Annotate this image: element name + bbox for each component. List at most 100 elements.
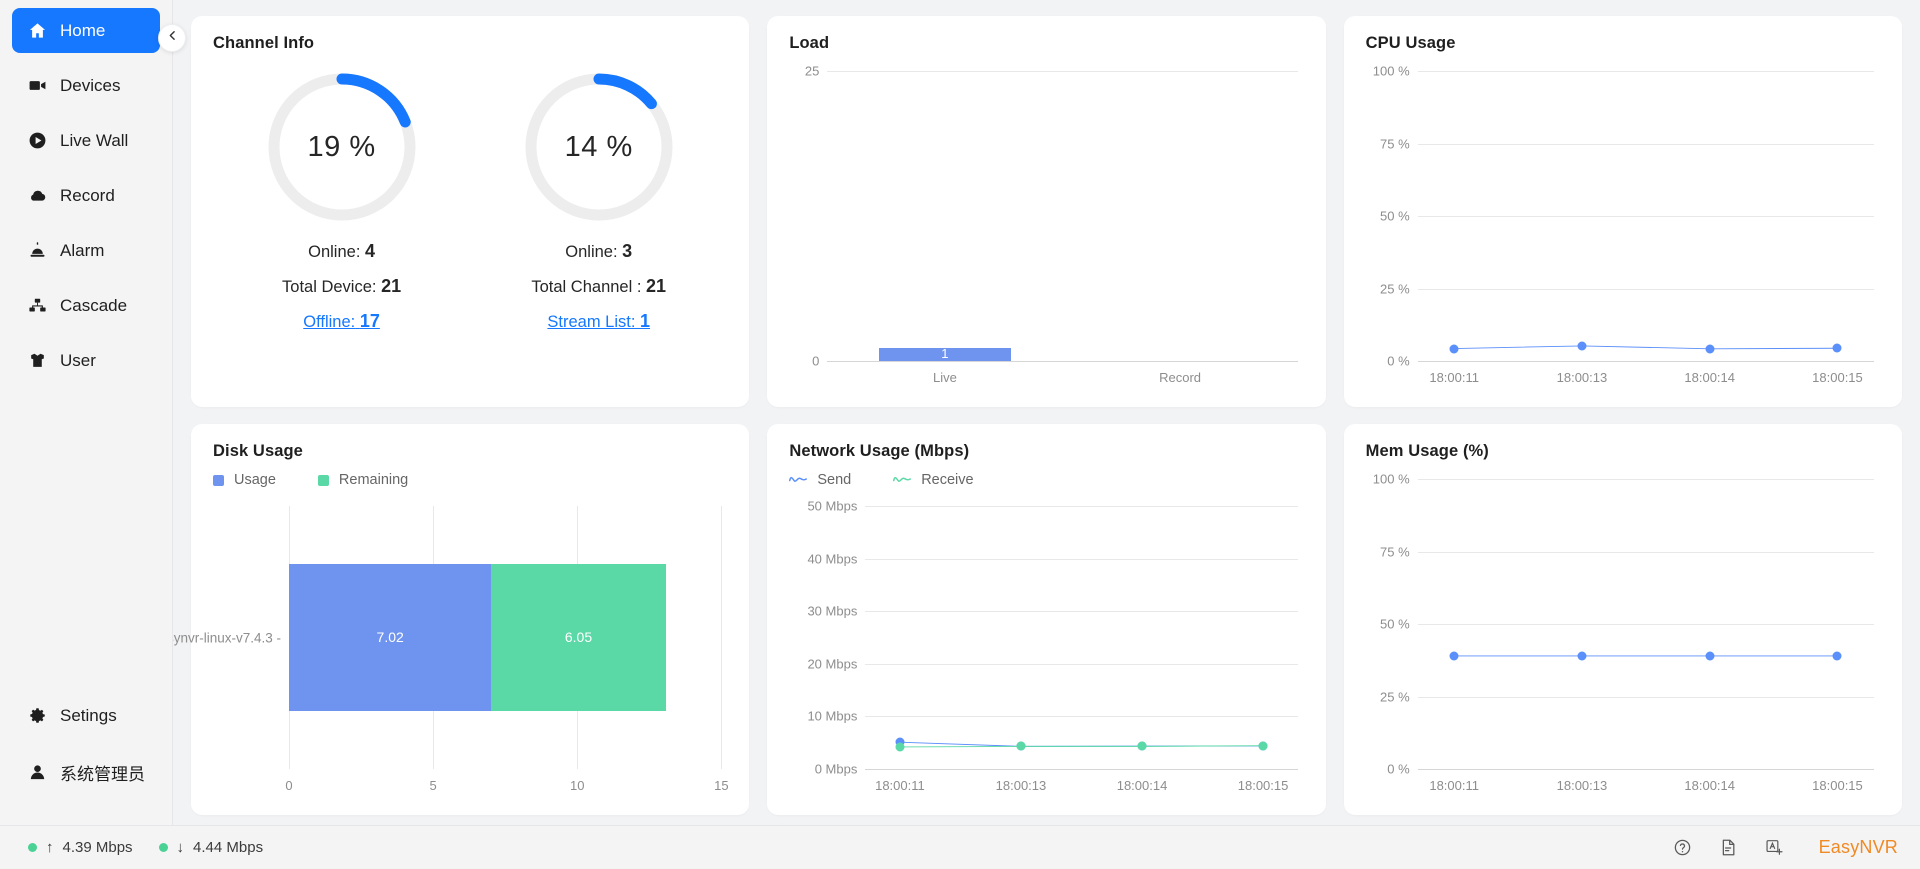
bar-value-label: 1 bbox=[941, 345, 949, 361]
sidebar-bottom-nav: Setings 系统管理员 bbox=[0, 693, 172, 825]
data-point bbox=[1577, 341, 1587, 351]
sidebar-item-record[interactable]: Record bbox=[12, 173, 160, 218]
sidebar-item-home[interactable]: Home bbox=[12, 8, 160, 53]
x-axis-tick-label: 18:00:15 bbox=[1812, 778, 1863, 793]
disk-usage-title: Disk Usage bbox=[213, 442, 303, 460]
network-plot-area: 0 Mbps 10 Mbps 20 Mbps 30 Mbps 40 Mbps 50 Mbp… bbox=[807, 499, 1298, 793]
sidebar-collapse-button[interactable] bbox=[158, 24, 186, 52]
document-icon[interactable] bbox=[1719, 838, 1739, 858]
x-axis-tick-label: Live bbox=[932, 370, 957, 385]
receive-wave-icon bbox=[893, 472, 912, 488]
offline-value: 17 bbox=[359, 311, 380, 331]
user-group-icon bbox=[28, 351, 47, 370]
network-usage-legend: Send Receive bbox=[789, 472, 1303, 488]
gridline bbox=[1417, 769, 1874, 770]
channel-online-stat: Online: 3 bbox=[565, 241, 632, 262]
channel-info-title: Channel Info bbox=[213, 34, 315, 52]
cloud-icon bbox=[28, 186, 47, 205]
data-point bbox=[1258, 741, 1268, 751]
total-channel-value: 21 bbox=[646, 276, 667, 296]
channel-info-gauges: 19 % Online: 4 Total Device: 21 Offline:… bbox=[213, 67, 727, 395]
sidebar-item-label: Setings bbox=[60, 705, 117, 725]
y-axis-tick-label: 0 % bbox=[1387, 353, 1410, 369]
channel-percent-label: 14 % bbox=[564, 130, 633, 163]
y-axis-tick-label: 75 % bbox=[1380, 136, 1410, 151]
legend-item-usage[interactable]: Usage bbox=[213, 472, 276, 488]
sidebar-item-label: Devices bbox=[60, 75, 121, 95]
device-online-label: Online: bbox=[308, 243, 361, 261]
legend-item-send[interactable]: Send bbox=[789, 472, 851, 488]
stream-list-label: Stream List: bbox=[547, 313, 636, 331]
disk-remaining-bar-segment[interactable]: 6.05 bbox=[491, 563, 666, 712]
sidebar-item-settings[interactable]: Setings bbox=[12, 693, 160, 738]
disk-usage-bar-segment[interactable]: 7.02 bbox=[289, 563, 492, 712]
cpu-usage-title: CPU Usage bbox=[1365, 34, 1456, 52]
gridline bbox=[827, 71, 1298, 72]
sidebar-item-devices[interactable]: Devices bbox=[12, 63, 160, 108]
disk-usage-card: Disk Usage Usage Remaining 0 5 10 15 7.02 6.0… bbox=[173, 424, 750, 815]
sidebar-item-label: Cascade bbox=[60, 295, 128, 315]
sidebar-item-live-wall[interactable]: Live Wall bbox=[12, 118, 160, 163]
y-axis-tick-label: 20 Mbps bbox=[807, 656, 858, 672]
sidebar-item-cascade[interactable]: Cascade bbox=[12, 283, 160, 328]
sidebar-item-label: Record bbox=[60, 185, 115, 205]
remaining-swatch-icon bbox=[317, 474, 329, 486]
channel-info-card: Channel Info 19 % Online: 4 Total Device… bbox=[191, 16, 750, 407]
x-axis-tick-label: 18:00:11 bbox=[1429, 778, 1479, 793]
device-percent-label: 19 % bbox=[307, 130, 376, 163]
sidebar-item-account[interactable]: 系统管理员 bbox=[12, 750, 160, 795]
data-point bbox=[1832, 651, 1842, 661]
data-point bbox=[1832, 343, 1842, 353]
translate-icon[interactable] bbox=[1765, 838, 1785, 858]
total-device-stat: Total Device: 21 bbox=[282, 276, 401, 297]
x-axis-tick-label: 0 bbox=[285, 778, 293, 793]
y-axis-tick-label: 10 Mbps bbox=[807, 708, 858, 724]
disk-plot-area: 0 5 10 15 7.026.05/easynvr-linux-v7.4.3 - bbox=[173, 506, 729, 793]
x-axis-tick-label: 18:00:14 bbox=[1684, 370, 1736, 385]
disk-usage-chart: 0 5 10 15 7.026.05/easynvr-linux-v7.4.3 - bbox=[173, 496, 729, 803]
data-point bbox=[1016, 741, 1026, 751]
cpu-usage-chart: 0 % 25 % 50 % 75 % 100 % 18:00:11 18:00:13 18:0… bbox=[1366, 61, 1880, 395]
x-axis-tick-label: 10 bbox=[569, 778, 585, 793]
network-usage-card: Network Usage (Mbps) Send Receive 0 Mbps… bbox=[767, 424, 1326, 815]
total-channel-stat: Total Channel : 21 bbox=[531, 276, 666, 297]
x-axis-tick-label: 18:00:14 bbox=[1116, 778, 1168, 793]
chevron-left-icon bbox=[166, 29, 179, 47]
x-axis-tick-label: 5 bbox=[429, 778, 437, 793]
y-axis-tick-label: 30 Mbps bbox=[807, 603, 858, 619]
x-axis-tick-label: 18:00:15 bbox=[1812, 370, 1863, 385]
network-status-group: ↑ 4.39 Mbps ↓ 4.44 Mbps bbox=[28, 839, 263, 856]
legend-item-receive[interactable]: Receive bbox=[893, 472, 974, 488]
download-speed-value: 4.44 Mbps bbox=[193, 839, 264, 856]
help-circle-icon[interactable] bbox=[1673, 838, 1693, 858]
y-axis-tick-label: 50 % bbox=[1380, 208, 1410, 224]
sidebar-item-user[interactable]: User bbox=[12, 338, 160, 383]
sidebar-item-label: Alarm bbox=[60, 240, 105, 260]
load-bar-live[interactable]: 1 bbox=[879, 345, 1011, 361]
data-point bbox=[1449, 651, 1459, 661]
channel-online-label: Online: bbox=[565, 243, 618, 261]
x-axis-tick-label: 18:00:13 bbox=[1556, 370, 1608, 385]
total-device-label: Total Device: bbox=[282, 278, 377, 296]
alarm-icon bbox=[28, 241, 47, 260]
gridline bbox=[827, 361, 1298, 362]
legend-item-remaining[interactable]: Remaining bbox=[317, 472, 408, 488]
body-row: Home Devices Live Wall Record Alarm Casc… bbox=[0, 0, 1920, 825]
download-speed-indicator: ↓ 4.44 Mbps bbox=[158, 839, 264, 856]
channel-donut: 14 % bbox=[519, 67, 679, 227]
offline-link[interactable]: Offline: 17 bbox=[303, 311, 380, 332]
stream-list-link[interactable]: Stream List: 1 bbox=[547, 311, 650, 332]
data-point bbox=[1449, 344, 1459, 354]
series-line-receive bbox=[865, 506, 1297, 769]
device-online-stat: Online: 4 bbox=[308, 241, 375, 262]
x-axis-tick-label: 18:00:13 bbox=[1556, 778, 1608, 793]
upload-speed-value: 4.39 Mbps bbox=[62, 839, 133, 856]
play-icon bbox=[28, 131, 47, 150]
mem-plot-area: 0 % 25 % 50 % 75 % 100 % 18:00:11 18:00:13 18:0… bbox=[1373, 472, 1874, 793]
offline-label: Offline: bbox=[303, 313, 356, 331]
mem-usage-title: Mem Usage (%) bbox=[1365, 442, 1489, 460]
dashboard-row-1: Channel Info 19 % Online: 4 Total Device… bbox=[191, 16, 1902, 407]
sidebar-item-alarm[interactable]: Alarm bbox=[12, 228, 160, 273]
x-axis-tick-label: 15 bbox=[714, 778, 729, 793]
